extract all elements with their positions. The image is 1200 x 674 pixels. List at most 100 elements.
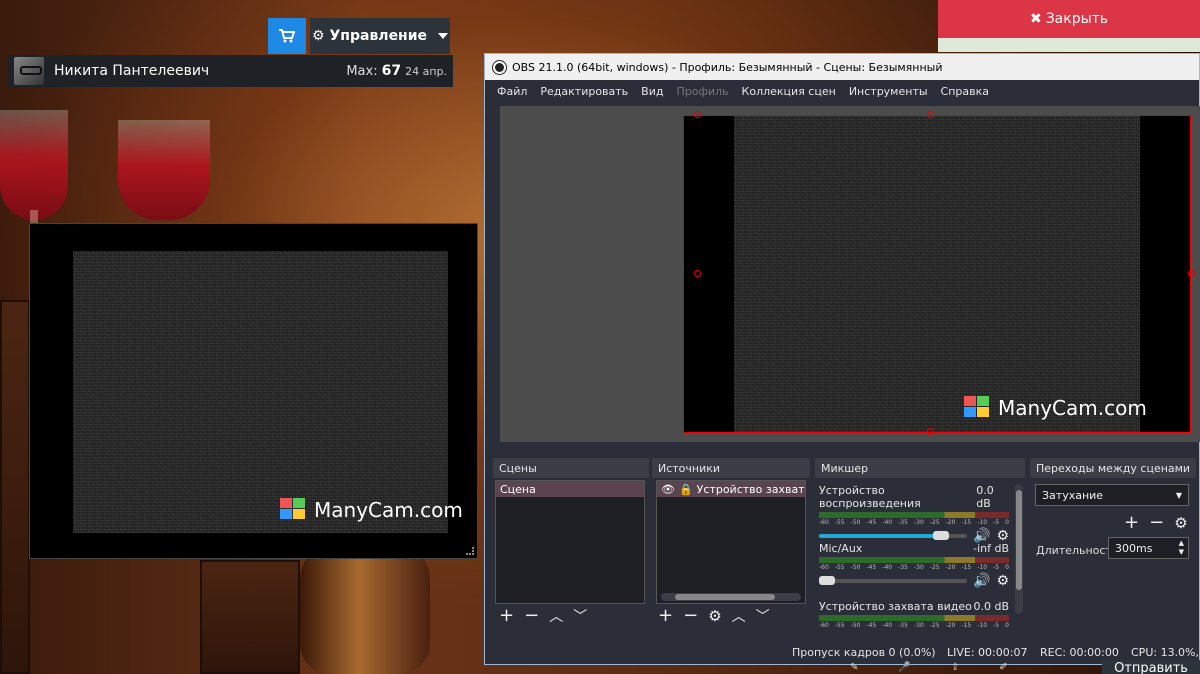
meter-ticks: -60 -55 -50 -45 -40 -35 -30 -25 -20 -15 -10 -5 0 bbox=[819, 519, 1009, 526]
add-transition-button[interactable]: + bbox=[1124, 512, 1139, 533]
share-icon[interactable]: ⇪ bbox=[951, 662, 959, 673]
manycam-logo: ManyCam.com bbox=[280, 498, 463, 522]
scenes-list[interactable]: Сцена bbox=[495, 480, 645, 604]
channel-name: Mic/Aux bbox=[819, 542, 863, 555]
lock-icon[interactable]: 🔒 bbox=[679, 483, 693, 496]
menu-edit[interactable]: Редактировать bbox=[540, 85, 628, 98]
volume-meter bbox=[819, 512, 1009, 518]
resize-handle-top[interactable] bbox=[927, 111, 934, 118]
channel-db: 0.0 dB bbox=[973, 600, 1009, 613]
channel-name: Устройство захвата видео bbox=[819, 600, 972, 613]
duration-spinbox[interactable]: 300ms ▲ ▼ bbox=[1108, 537, 1189, 559]
mixer-scrollbar[interactable] bbox=[1015, 484, 1023, 614]
speaker-icon[interactable]: 🔊 bbox=[973, 573, 990, 589]
obs-titlebar[interactable]: OBS 21.1.0 (64bit, windows) - Профиль: Б… bbox=[485, 54, 1199, 80]
volume-meter bbox=[819, 557, 1009, 563]
sources-list[interactable]: 👁 🔒 Устройство захвата ви bbox=[656, 480, 806, 604]
obs-manycam-logo-text: ManyCam.com bbox=[998, 396, 1147, 420]
cart-icon bbox=[279, 29, 295, 43]
move-down-icon[interactable]: ﹀ bbox=[573, 606, 587, 626]
volume-slider[interactable] bbox=[819, 576, 967, 585]
menu-profile[interactable]: Профиль bbox=[676, 85, 728, 98]
menu-view[interactable]: Вид bbox=[641, 85, 663, 98]
channel-db: -inf dB bbox=[973, 542, 1009, 555]
volume-slider[interactable] bbox=[819, 531, 967, 540]
obs-selected-source[interactable]: ManyCam.com bbox=[683, 115, 1191, 433]
spin-arrows-icon[interactable]: ▲ ▼ bbox=[1179, 539, 1184, 557]
obs-preview-canvas[interactable]: ManyCam.com bbox=[500, 106, 1200, 442]
dropped-frames: Пропуск кадров 0 (0.0%) bbox=[792, 645, 936, 659]
channel-db: 0.0 dB bbox=[976, 484, 994, 510]
mixer-channel: Mic/Aux -inf dB -60 -55 -50 -45 -40 -35 -30 -25-… bbox=[819, 542, 1009, 589]
rec-timer: REC: 00:00:00 bbox=[1040, 645, 1119, 659]
avatar[interactable] bbox=[14, 57, 44, 85]
move-up-icon[interactable]: ︿ bbox=[549, 606, 563, 626]
close-button[interactable]: ✖ Закрыть bbox=[938, 0, 1200, 38]
send-button[interactable]: Отправить bbox=[1102, 660, 1200, 674]
max-value: 67 bbox=[381, 63, 402, 79]
cabinet bbox=[0, 300, 30, 674]
notice-strip bbox=[938, 38, 1200, 52]
manage-dropdown-button[interactable]: ⚙ Управление bbox=[310, 18, 450, 54]
source-down-icon[interactable]: ﹀ bbox=[756, 606, 770, 626]
eraser-icon[interactable]: ✐ bbox=[999, 662, 1007, 673]
source-item-label: Устройство захвата ви bbox=[696, 482, 805, 496]
source-up-icon[interactable]: ︿ bbox=[732, 606, 746, 626]
vase bbox=[300, 540, 430, 674]
add-scene-button[interactable]: + bbox=[499, 605, 514, 626]
remove-transition-button[interactable]: − bbox=[1149, 512, 1164, 533]
user-bar: Никита Пантелеевич Max: 67 24 апр. bbox=[8, 55, 453, 87]
obs-video-noise bbox=[734, 116, 1140, 432]
meter-ticks: -60 -55 -50 -45 -40 -35 -30 -25 -20 -15 -10 -5 0 bbox=[819, 564, 1009, 571]
resize-handle-right[interactable] bbox=[1188, 270, 1195, 277]
wine-glass-left bbox=[0, 110, 68, 220]
menu-help[interactable]: Справка bbox=[941, 85, 989, 98]
mixer-gear-icon[interactable]: ⚙ bbox=[996, 573, 1009, 589]
cpu-usage: CPU: 13.0%, 2 bbox=[1131, 645, 1200, 659]
obs-window: OBS 21.1.0 (64bit, windows) - Профиль: Б… bbox=[484, 53, 1200, 665]
source-item[interactable]: 👁 🔒 Устройство захвата ви bbox=[657, 481, 805, 497]
obs-title: OBS 21.1.0 (64bit, windows) - Профиль: Б… bbox=[512, 60, 943, 74]
menu-tools[interactable]: Инструменты bbox=[849, 85, 928, 98]
mixer-channel: Устройство захвата видео 0.0 dB -60 -55 -50… bbox=[819, 600, 1009, 629]
obs-menubar: Файл Редактировать Вид Профиль Коллекция… bbox=[485, 80, 1199, 102]
transitions-header: Переходы между сценами bbox=[1030, 458, 1196, 478]
user-name[interactable]: Никита Пантелеевич bbox=[54, 63, 346, 79]
wine-glass-right bbox=[118, 120, 210, 220]
chevron-down-icon bbox=[438, 33, 449, 39]
manycam-preview: ManyCam.com bbox=[29, 223, 478, 559]
transition-gear-icon[interactable]: ⚙ bbox=[1174, 514, 1187, 532]
video-noise bbox=[73, 251, 448, 533]
manycam-icon bbox=[280, 498, 308, 522]
max-date: 24 апр. bbox=[405, 64, 447, 78]
eye-icon[interactable]: 👁 bbox=[661, 483, 675, 496]
close-icon: ✖ bbox=[1029, 11, 1042, 27]
obs-manycam-logo: ManyCam.com bbox=[964, 396, 1147, 420]
menu-scene-collection[interactable]: Коллекция сцен bbox=[742, 85, 836, 98]
transition-select[interactable]: Затухание ▼ bbox=[1035, 484, 1189, 506]
mixer-dock: Микшер Устройство воспроизведения 0.0 dB … bbox=[815, 458, 1025, 630]
scene-item[interactable]: Сцена bbox=[496, 481, 644, 497]
source-settings-gear-icon[interactable]: ⚙ bbox=[708, 607, 721, 625]
mic-icon[interactable]: 🎤 bbox=[898, 662, 910, 673]
duration-label: Длительность bbox=[1036, 544, 1119, 557]
sources-scrollbar[interactable] bbox=[661, 593, 801, 601]
max-label: Max: bbox=[346, 63, 378, 79]
resize-handle-top-left[interactable] bbox=[694, 111, 701, 118]
transitions-dock: Переходы между сценами Затухание ▼ + − ⚙… bbox=[1030, 458, 1196, 630]
attach-icon[interactable]: ✎ bbox=[850, 662, 858, 673]
resize-handle-bottom[interactable] bbox=[927, 428, 934, 435]
manage-label: Управление bbox=[329, 28, 428, 44]
menu-file[interactable]: Файл bbox=[497, 85, 527, 98]
resize-handle-left[interactable] bbox=[694, 270, 701, 277]
remove-source-button[interactable]: − bbox=[683, 605, 698, 626]
duration-value: 300ms bbox=[1115, 541, 1153, 555]
mixer-channel: Устройство воспроизведения 0.0 dB -60 -55-… bbox=[819, 484, 1009, 544]
mixer-header: Микшер bbox=[815, 458, 1025, 478]
obs-logo-icon bbox=[492, 59, 507, 75]
remove-scene-button[interactable]: − bbox=[524, 605, 539, 626]
add-source-button[interactable]: + bbox=[658, 605, 673, 626]
scenes-header: Сцены bbox=[493, 458, 649, 478]
resize-grip[interactable] bbox=[466, 547, 474, 555]
cart-button[interactable] bbox=[268, 18, 306, 54]
